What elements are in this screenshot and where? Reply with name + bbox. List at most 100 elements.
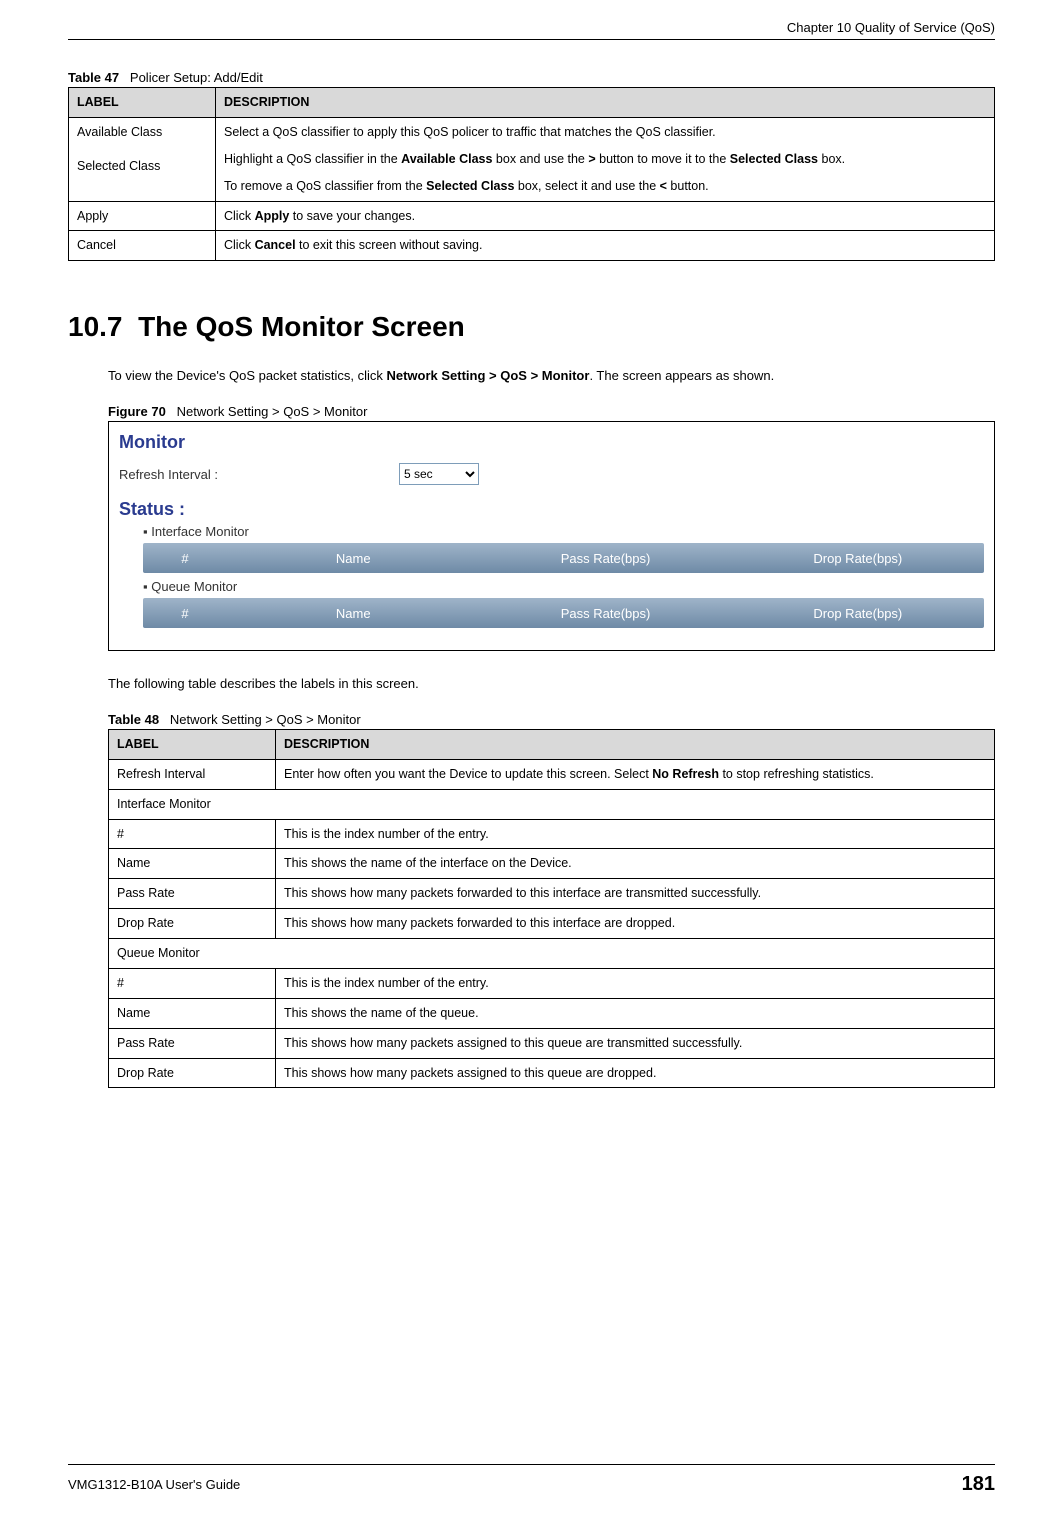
t48-r6-label: Drop Rate (109, 909, 276, 939)
interface-monitor-header: # Name Pass Rate(bps) Drop Rate(bps) (143, 543, 984, 573)
table-row: Name This shows the name of the queue. (109, 998, 995, 1028)
table47-r2-desc: Click Apply to save your changes. (216, 201, 995, 231)
queue-monitor-label: Queue Monitor (143, 579, 984, 594)
table47-r3-label: Cancel (69, 231, 216, 261)
text: Click (224, 209, 255, 223)
table-row: Name This shows the name of the interfac… (109, 849, 995, 879)
footer-guide: VMG1312-B10A User's Guide (68, 1477, 240, 1492)
refresh-row: Refresh Interval : 5 sec (119, 463, 984, 485)
text-bold: Available Class (401, 152, 492, 166)
header-rule (68, 39, 995, 40)
section-heading: 10.7 The QoS Monitor Screen (68, 311, 995, 343)
section-title-text: The QoS Monitor Screen (138, 311, 465, 342)
table-row: Queue Monitor (109, 939, 995, 969)
figure70-caption-title: Network Setting > QoS > Monitor (177, 404, 368, 419)
table47-r2-label: Apply (69, 201, 216, 231)
text: box. (818, 152, 845, 166)
table48: LABEL DESCRIPTION Refresh Interval Enter… (108, 729, 995, 1089)
section-intro: To view the Device's QoS packet statisti… (108, 367, 995, 386)
text: . The screen appears as shown. (589, 368, 774, 383)
table48-head-desc: DESCRIPTION (276, 729, 995, 759)
t48-r9-desc: This shows the name of the queue. (276, 998, 995, 1028)
table-row: Apply Click Apply to save your changes. (69, 201, 995, 231)
t48-r11-label: Drop Rate (109, 1058, 276, 1088)
refresh-interval-select[interactable]: 5 sec (399, 463, 479, 485)
t48-r6-desc: This shows how many packets forwarded to… (276, 909, 995, 939)
queue-monitor-header: # Name Pass Rate(bps) Drop Rate(bps) (143, 598, 984, 628)
status-title: Status : (119, 499, 984, 520)
figure70-caption-prefix: Figure 70 (108, 404, 166, 419)
col-drop-rate: Drop Rate(bps) (732, 551, 984, 566)
t48-r2-label: Interface Monitor (109, 789, 995, 819)
text: Select a QoS classifier to apply this Qo… (224, 125, 716, 139)
label-selected-class: Selected Class (77, 159, 160, 173)
t48-r10-label: Pass Rate (109, 1028, 276, 1058)
interface-monitor-label: Interface Monitor (143, 524, 984, 539)
footer-rule (68, 1464, 995, 1465)
table-row: Pass Rate This shows how many packets as… (109, 1028, 995, 1058)
col-hash: # (143, 606, 227, 621)
text: box, select it and use the (514, 179, 659, 193)
text: button. (667, 179, 709, 193)
table-row: Interface Monitor (109, 789, 995, 819)
col-hash: # (143, 551, 227, 566)
text: To view the Device's QoS packet statisti… (108, 368, 386, 383)
t48-r5-label: Pass Rate (109, 879, 276, 909)
table47-caption-prefix: Table 47 (68, 70, 119, 85)
page-footer: VMG1312-B10A User's Guide 181 (68, 1464, 995, 1496)
table-row: Refresh Interval Enter how often you wan… (109, 759, 995, 789)
t48-r1-label: Refresh Interval (109, 759, 276, 789)
t48-r8-desc: This is the index number of the entry. (276, 968, 995, 998)
t48-r5-desc: This shows how many packets forwarded to… (276, 879, 995, 909)
t48-r4-desc: This shows the name of the interface on … (276, 849, 995, 879)
text: Highlight a QoS classifier in the (224, 152, 401, 166)
table-row: # This is the index number of the entry. (109, 819, 995, 849)
table47-header-row: LABEL DESCRIPTION (69, 88, 995, 118)
table47-head-desc: DESCRIPTION (216, 88, 995, 118)
table-row: Available Class Selected Class Select a … (69, 117, 995, 201)
refresh-interval-label: Refresh Interval : (119, 467, 399, 482)
t48-r11-desc: This shows how many packets assigned to … (276, 1058, 995, 1088)
text: to exit this screen without saving. (296, 238, 483, 252)
table47-caption: Table 47 Policer Setup: Add/Edit (68, 70, 995, 85)
text: Click (224, 238, 255, 252)
text: To remove a QoS classifier from the (224, 179, 426, 193)
col-pass-rate: Pass Rate(bps) (479, 606, 731, 621)
t48-r9-label: Name (109, 998, 276, 1028)
text: box and use the (492, 152, 588, 166)
table47-r3-desc: Click Cancel to exit this screen without… (216, 231, 995, 261)
text: button to move it to the (596, 152, 730, 166)
page-number: 181 (962, 1473, 995, 1496)
col-name: Name (227, 606, 479, 621)
t48-r8-label: # (109, 968, 276, 998)
text-bold: < (660, 179, 667, 193)
text-bold: Selected Class (730, 152, 818, 166)
text-bold: Cancel (255, 238, 296, 252)
table48-caption-prefix: Table 48 (108, 712, 159, 727)
label-available-class: Available Class (77, 125, 162, 139)
chapter-header: Chapter 10 Quality of Service (QoS) (68, 20, 995, 35)
table-row: Cancel Click Cancel to exit this screen … (69, 231, 995, 261)
figure70-screenshot: Monitor Refresh Interval : 5 sec Status … (108, 421, 995, 651)
t48-r7-label: Queue Monitor (109, 939, 995, 969)
table47-r1-label: Available Class Selected Class (69, 117, 216, 201)
figure70-caption: Figure 70 Network Setting > QoS > Monito… (108, 404, 995, 419)
text: to save your changes. (289, 209, 415, 223)
section-number: 10.7 (68, 311, 123, 342)
table-row: Pass Rate This shows how many packets fo… (109, 879, 995, 909)
text-bold: Apply (255, 209, 290, 223)
table47-caption-title: Policer Setup: Add/Edit (130, 70, 263, 85)
text: to stop refreshing statistics. (719, 767, 874, 781)
table47-head-label: LABEL (69, 88, 216, 118)
t48-r1-desc: Enter how often you want the Device to u… (276, 759, 995, 789)
t48-r3-desc: This is the index number of the entry. (276, 819, 995, 849)
t48-r3-label: # (109, 819, 276, 849)
text-bold: No Refresh (652, 767, 719, 781)
table-row: Drop Rate This shows how many packets fo… (109, 909, 995, 939)
table-row: # This is the index number of the entry. (109, 968, 995, 998)
table-row: Drop Rate This shows how many packets as… (109, 1058, 995, 1088)
text-bold: Selected Class (426, 179, 514, 193)
t48-r4-label: Name (109, 849, 276, 879)
table47: LABEL DESCRIPTION Available Class Select… (68, 87, 995, 261)
table48-caption: Table 48 Network Setting > QoS > Monitor (108, 712, 995, 727)
